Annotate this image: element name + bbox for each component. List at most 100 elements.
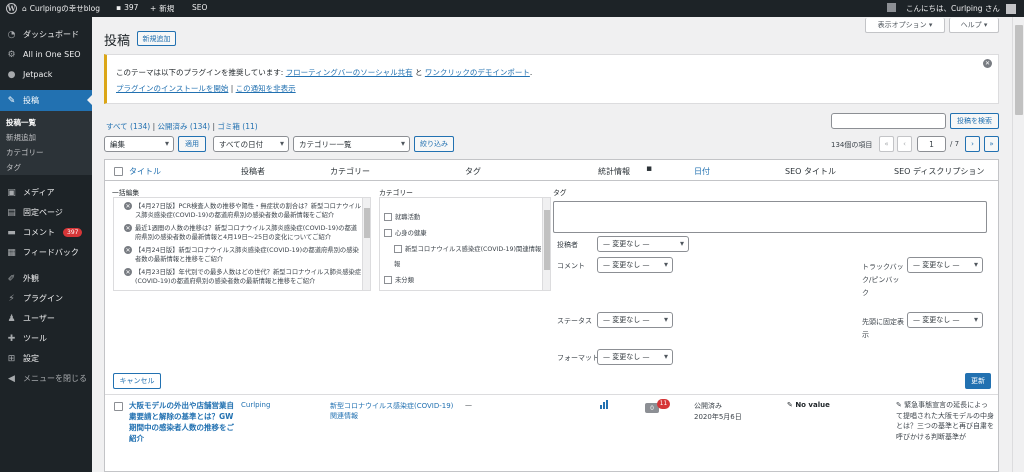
sidebar-item-feedback[interactable]: ▦ フィードバック [0, 243, 92, 262]
bulk-author-select[interactable]: — 変更なし — [597, 236, 689, 252]
sidebar-item-jetpack[interactable]: ● Jetpack [0, 65, 92, 84]
sidebar-item-comments[interactable]: ▬ コメント 397 [0, 223, 92, 242]
bulk-category-list: 就職活動 心身の健康 新型コロナウイルス感染症(COVID-19)関連情報 報 … [379, 197, 551, 291]
user-icon-small [884, 3, 896, 12]
page-scrollbar-thumb[interactable] [1015, 25, 1023, 115]
post-category-link[interactable]: 新型コロナウイルス感染症(COVID-19)関連情報 [330, 401, 455, 421]
bulk-tags-textarea[interactable] [553, 201, 987, 233]
category-checkbox[interactable] [384, 275, 392, 284]
seo-icon: ⚙ [7, 49, 16, 60]
media-icon: ▣ [7, 187, 16, 198]
sidebar-item-appearance[interactable]: ✐ 外観 [0, 269, 92, 288]
category-item-wrap: 報 [394, 259, 400, 268]
category-item[interactable]: 未分類 [384, 275, 414, 284]
category-checkbox[interactable] [394, 244, 402, 253]
sidebar-item-users[interactable]: ♟ ユーザー [0, 309, 92, 328]
bulk-tags-heading: タグ [553, 189, 567, 197]
seo-link[interactable]: SEO [192, 3, 207, 12]
column-author: 投稿者 [241, 167, 265, 176]
comment-icon: ▬ [7, 227, 16, 238]
prev-page-button[interactable]: ‹ [897, 136, 912, 152]
submenu-categories[interactable]: カテゴリー [6, 147, 44, 158]
remove-icon[interactable]: ✕ [124, 202, 132, 210]
jetpack-icon: ● [7, 69, 16, 80]
category-filter-select[interactable]: カテゴリー一覧 [293, 136, 410, 152]
new-content-link[interactable]: + 新規 [150, 3, 174, 14]
sidebar-collapse-button[interactable]: ◀ メニューを閉じる [0, 369, 92, 388]
bulk-action-select[interactable]: 編集 [104, 136, 174, 152]
bulk-trackback-select[interactable]: — 変更なし — [907, 257, 983, 273]
remove-icon[interactable]: ✕ [124, 268, 132, 276]
posts-list-scrollbar[interactable] [362, 198, 370, 290]
sidebar-item-posts[interactable]: ✎ 投稿 [0, 90, 92, 111]
comments-count-badge[interactable]: 11 [657, 399, 670, 409]
remove-icon[interactable]: ✕ [124, 246, 132, 254]
bulk-comment-select[interactable]: — 変更なし — [597, 257, 673, 273]
total-pages: / 7 [950, 140, 960, 148]
category-item[interactable]: 新型コロナウイルス感染症(COVID-19)関連情報 [394, 244, 541, 253]
next-page-button[interactable]: › [965, 136, 980, 152]
submenu-tags[interactable]: タグ [6, 162, 21, 173]
bulk-cancel-button[interactable]: キャンセル [113, 373, 161, 389]
category-item[interactable]: 就職活動 [384, 212, 420, 221]
category-checkbox[interactable] [384, 228, 392, 237]
stats-bar-icon[interactable] [600, 400, 610, 409]
submenu-add-new[interactable]: 新規追加 [6, 132, 36, 143]
sidebar-item-tools[interactable]: ✚ ツール [0, 329, 92, 348]
date-filter-select[interactable]: すべての日付 [213, 136, 289, 152]
my-account-link[interactable]: こんにちは、Curlping さん [906, 3, 1016, 14]
plugin-link-floating-bar[interactable]: フローティングバーのソーシャル共有 [286, 68, 413, 77]
bulk-sticky-select[interactable]: — 変更なし — [907, 312, 983, 328]
apply-button[interactable]: 適用 [178, 136, 206, 152]
bulk-format-select[interactable]: — 変更なし — [597, 349, 673, 365]
filter-button[interactable]: 絞り込み [414, 136, 454, 152]
filter-trash-link[interactable]: ゴミ箱 (11) [217, 122, 257, 131]
category-item[interactable]: 心身の健康 [384, 228, 426, 237]
sidebar-item-settings[interactable]: ⊞ 設定 [0, 349, 92, 368]
column-title[interactable]: タイトル [129, 166, 161, 177]
column-date[interactable]: 日付 [694, 166, 710, 177]
seo-description-value[interactable]: ✎ 緊急事態宣言の延長によって提唱された大阪モデルの中身とは？三つの基準と再び自… [896, 400, 994, 442]
dismiss-icon[interactable]: ✕ [983, 59, 992, 68]
comments-link[interactable]: ▪ 397 [116, 3, 138, 12]
notice-text: このテーマは以下のプラグインを推奨しています: [116, 68, 286, 77]
current-page-input[interactable]: 1 [917, 136, 946, 152]
bulk-status-select[interactable]: — 変更なし — [597, 312, 673, 328]
first-page-button[interactable]: « [879, 136, 894, 152]
page-scrollbar[interactable] [1012, 17, 1024, 472]
search-posts-button[interactable]: 投稿を検索 [950, 113, 999, 129]
row-checkbox[interactable] [114, 402, 123, 411]
filter-all-link[interactable]: すべて (134) [106, 122, 150, 131]
category-list-scrollbar[interactable] [542, 198, 550, 290]
site-name: Curlpingの幸せblog [29, 4, 100, 13]
post-title-link[interactable]: 大阪モデルの外出や店舗営業自粛要請と解除の基準とは？GW期間中の感染者人数の推移… [129, 400, 239, 444]
add-new-button[interactable]: 新規追加 [137, 31, 176, 46]
plugin-notice: このテーマは以下のプラグインを推奨しています: フローティングバーのソーシャル共… [104, 54, 999, 104]
remove-icon[interactable]: ✕ [124, 224, 132, 232]
plugin-link-demo-import[interactable]: ワンクリックのデモインポート [425, 68, 530, 77]
post-search-input[interactable] [831, 113, 946, 129]
last-page-button[interactable]: » [984, 136, 999, 152]
sidebar-item-aioseo[interactable]: ⚙ All in One SEO [0, 45, 92, 64]
select-all-checkbox[interactable] [114, 167, 123, 176]
sidebar-item-dashboard[interactable]: ◔ ダッシュボード [0, 25, 92, 44]
dismiss-notice-link[interactable]: この通知を非表示 [236, 84, 296, 93]
bulk-author-label: 投稿者 [557, 241, 578, 249]
wp-logo-button[interactable]: W [6, 3, 17, 14]
site-name-link[interactable]: ⌂ Curlpingの幸せblog [22, 3, 100, 14]
help-button[interactable]: ヘルプ ▾ [949, 18, 999, 33]
category-checkbox[interactable] [384, 212, 392, 221]
screen-options-button[interactable]: 表示オプション ▾ [865, 18, 945, 33]
sidebar-item-plugins[interactable]: ⚡ プラグイン [0, 289, 92, 308]
sidebar-item-media[interactable]: ▣ メディア [0, 183, 92, 202]
submenu-all-posts[interactable]: 投稿一覧 [6, 117, 36, 128]
filter-published-link[interactable]: 公開済み (134) [158, 122, 211, 131]
bulk-update-button[interactable]: 更新 [965, 373, 991, 389]
notice-and: と [412, 68, 425, 77]
status-filter-links: すべて (134) | 公開済み (134) | ゴミ箱 (11) [106, 121, 258, 132]
sidebar-item-pages[interactable]: ▤ 固定ページ [0, 203, 92, 222]
comment-count-badge: 397 [63, 228, 83, 237]
install-plugins-link[interactable]: プラグインのインストールを開始 [116, 84, 228, 93]
post-author-link[interactable]: Curlping [241, 401, 270, 409]
seo-title-value[interactable]: ✎ No value [787, 401, 830, 409]
